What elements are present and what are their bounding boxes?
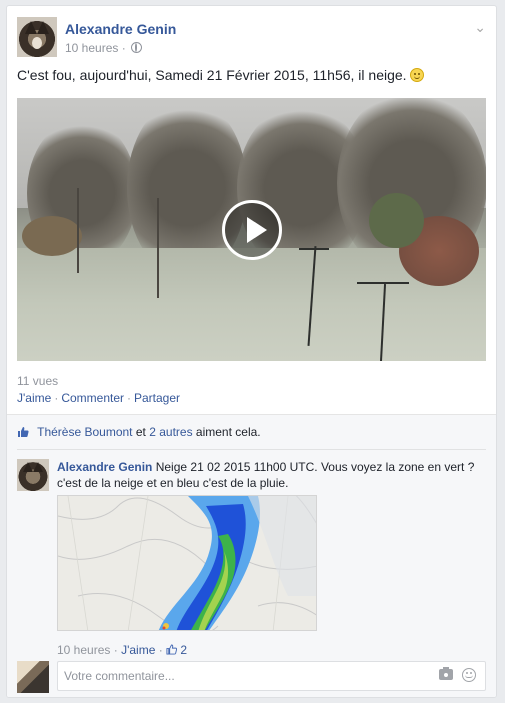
comment-composer: [17, 661, 486, 693]
post-meta: 10 heures ·: [65, 41, 143, 55]
video-frame-trunk: [157, 198, 159, 298]
emoji-icon[interactable]: [462, 668, 476, 682]
divider: [17, 449, 486, 450]
post-message: C'est fou, aujourd'hui, Samedi 21 Févrie…: [17, 67, 407, 83]
thumbs-up-icon: [18, 427, 29, 437]
comment-input[interactable]: [57, 661, 486, 691]
thumbs-up-icon: [166, 644, 178, 655]
like-link[interactable]: J'aime: [17, 391, 51, 405]
comment-body: Alexandre Genin Neige 21 02 2015 11h00 U…: [57, 459, 486, 491]
comment-like-count[interactable]: 2: [180, 643, 187, 657]
camera-icon[interactable]: [439, 667, 453, 680]
post-header: Alexandre Genin 10 heures · ⌄: [17, 17, 486, 59]
liker-name[interactable]: Thérèse Boumont: [37, 425, 132, 439]
comment-meta: 10 heures · J'aime · 2: [57, 643, 187, 657]
author-avatar[interactable]: [17, 17, 57, 57]
post-actions: J'aime · Commenter · Partager: [17, 391, 180, 405]
current-user-avatar: [17, 661, 49, 693]
radar-map-graphic: [58, 496, 316, 630]
action-separator: ·: [54, 391, 59, 405]
post-card: Alexandre Genin 10 heures · ⌄ C'est fou,…: [6, 5, 497, 698]
commenter-name[interactable]: Alexandre Genin: [57, 460, 152, 474]
author-name[interactable]: Alexandre Genin: [65, 21, 176, 37]
action-separator: ·: [127, 391, 131, 405]
video-frame-pole: [299, 248, 329, 250]
comment-meta-separator: ·: [158, 643, 163, 657]
share-link[interactable]: Partager: [134, 391, 180, 405]
others-likers-link[interactable]: 2 autres: [149, 425, 192, 439]
comment-like-link[interactable]: J'aime: [121, 643, 155, 657]
likes-connector: et: [135, 425, 146, 439]
likes-suffix: aiment cela.: [195, 425, 261, 439]
comment-meta-separator: ·: [113, 643, 118, 657]
comment-timestamp[interactable]: 10 heures: [57, 643, 110, 657]
play-button[interactable]: [221, 199, 282, 260]
video-frame-trunk: [77, 188, 79, 273]
comment-item: Alexandre Genin Neige 21 02 2015 11h00 U…: [17, 459, 486, 659]
comment-link[interactable]: Commenter: [61, 391, 124, 405]
feedback-section: Thérèse Boumont et 2 autres aiment cela.…: [7, 414, 496, 697]
commenter-avatar[interactable]: [17, 459, 49, 491]
video-frame-pole: [357, 282, 409, 284]
likes-summary: Thérèse Boumont et 2 autres aiment cela.: [17, 425, 486, 445]
radar-map-image[interactable]: [57, 495, 317, 631]
chevron-down-icon[interactable]: ⌄: [474, 19, 486, 36]
smiley-emoji-icon: [410, 68, 425, 82]
video-frame-bush: [369, 193, 424, 248]
video-player[interactable]: [17, 98, 486, 361]
meta-separator: ·: [121, 41, 126, 55]
post-timestamp[interactable]: 10 heures: [65, 41, 118, 55]
video-frame-bush: [22, 216, 82, 256]
views-count: 11 vues: [17, 374, 59, 388]
post-text: C'est fou, aujourd'hui, Samedi 21 Févrie…: [17, 67, 486, 83]
globe-icon[interactable]: [131, 42, 143, 53]
